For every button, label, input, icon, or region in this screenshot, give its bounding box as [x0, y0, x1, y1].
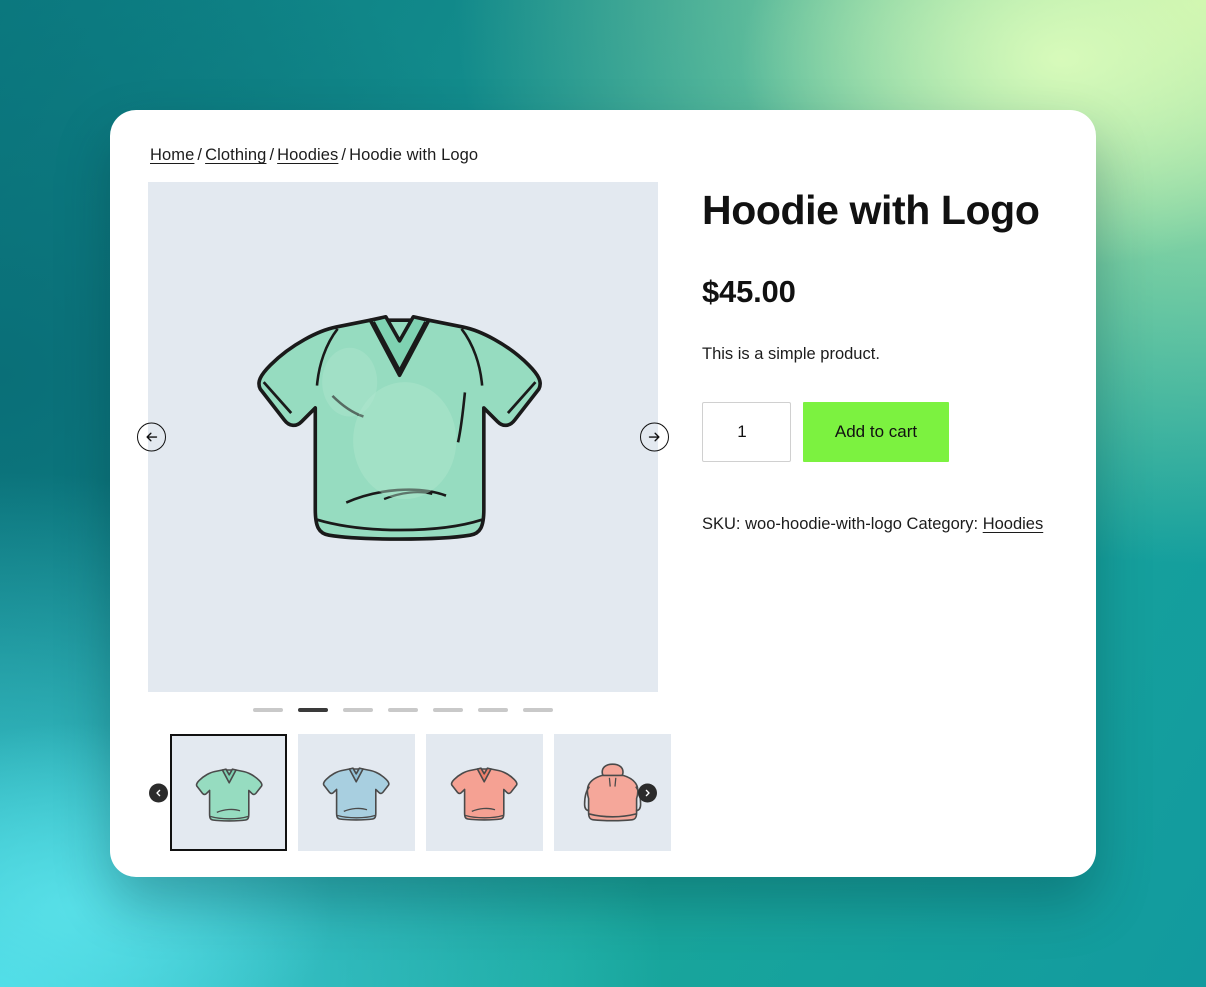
gallery-dot-5[interactable] — [433, 708, 463, 713]
gallery-dot-7[interactable] — [523, 708, 553, 713]
page-title: Hoodie with Logo — [702, 187, 1040, 234]
thumbnail-next-button[interactable] — [638, 783, 657, 803]
thumbnail-strip — [170, 734, 671, 852]
product-meta: SKU: woo-hoodie-with-logo Category: Hood… — [702, 512, 1058, 537]
chevron-left-icon — [156, 789, 161, 797]
breadcrumb-separator: / — [197, 146, 203, 164]
arrow-right-icon — [648, 433, 660, 442]
breadcrumb-separator: / — [341, 146, 347, 164]
gallery-dot-1[interactable] — [253, 708, 283, 713]
product-body: Hoodie with Logo $45.00 This is a simple… — [137, 182, 1058, 852]
product-gallery — [137, 182, 671, 852]
sku-label: SKU: — [702, 515, 741, 534]
gallery-dot-2[interactable] — [298, 708, 328, 713]
breadcrumb: Home / Clothing / Hoodies / Hoodie with Logo — [150, 145, 1058, 166]
gallery-pagination-dots — [148, 708, 658, 713]
thumbnail-strip-wrapper — [148, 734, 671, 852]
chevron-right-icon — [645, 789, 650, 797]
product-info: Hoodie with Logo $45.00 This is a simple… — [702, 182, 1058, 851]
breadcrumb-separator: / — [269, 146, 275, 164]
add-to-cart-form: Add to cart — [702, 402, 1058, 463]
gallery-dot-4[interactable] — [388, 708, 418, 713]
thumbnail-item-2[interactable] — [298, 734, 415, 852]
thumbnail-item-3[interactable] — [426, 734, 543, 852]
thumbnail-prev-button[interactable] — [149, 783, 168, 803]
product-card: Home / Clothing / Hoodies / Hoodie with Logo — [110, 110, 1096, 877]
gallery-next-arrow-button[interactable] — [640, 422, 669, 452]
breadcrumb-item-hoodies[interactable]: Hoodies — [277, 146, 338, 164]
add-to-cart-button[interactable]: Add to cart — [803, 402, 949, 463]
breadcrumb-item-clothing[interactable]: Clothing — [205, 146, 266, 164]
product-price: $45.00 — [702, 273, 796, 309]
gallery-dot-6[interactable] — [478, 708, 508, 713]
quantity-stepper[interactable] — [702, 402, 791, 463]
breadcrumb-item-home[interactable]: Home — [150, 146, 194, 164]
gallery-prev-arrow-button[interactable] — [137, 422, 166, 452]
gallery-stage-wrapper — [137, 182, 669, 693]
sku-value: woo-hoodie-with-logo — [745, 515, 902, 534]
category-link[interactable]: Hoodies — [983, 515, 1044, 533]
main-product-image[interactable] — [148, 182, 658, 693]
category-label: Category: — [906, 515, 979, 534]
breadcrumb-item-current: Hoodie with Logo — [349, 146, 479, 164]
thumbnail-item-1[interactable] — [170, 734, 287, 852]
arrow-left-icon — [146, 433, 158, 442]
gallery-dot-3[interactable] — [343, 708, 373, 713]
product-short-description: This is a simple product. — [702, 344, 880, 363]
